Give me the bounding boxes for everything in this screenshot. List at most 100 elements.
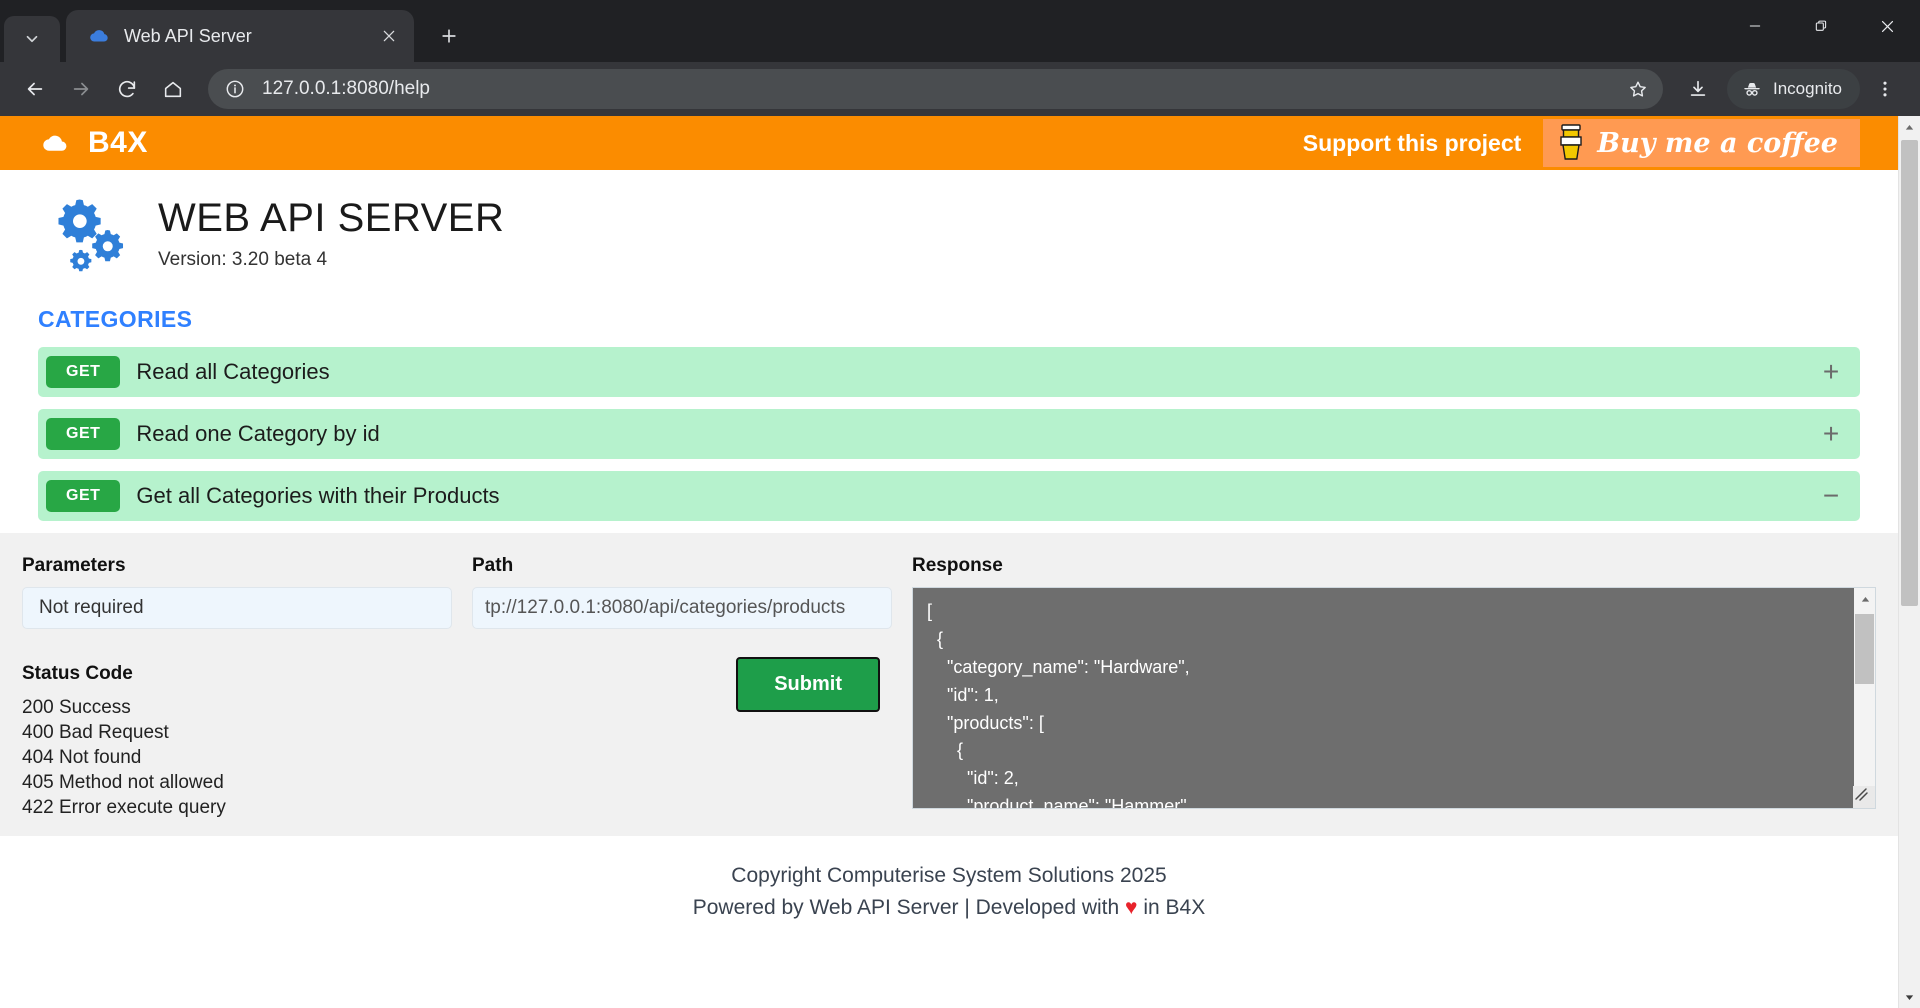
app-title-block: WEB API SERVER Version: 3.20 beta 4 bbox=[158, 196, 504, 271]
app-header: WEB API SERVER Version: 3.20 beta 4 bbox=[38, 170, 1860, 284]
url-text[interactable]: 127.0.0.1:8080/help bbox=[262, 78, 1621, 100]
triangle-down-icon bbox=[1904, 992, 1915, 1003]
heart-icon: ♥ bbox=[1125, 896, 1137, 919]
response-wrapper: [ { "category_name": "Hardware", "id": 1… bbox=[912, 587, 1876, 809]
page-scroll-down-button[interactable] bbox=[1899, 986, 1920, 1008]
submit-row: Submit bbox=[472, 657, 892, 712]
star-glyph bbox=[1627, 78, 1649, 100]
star-icon[interactable] bbox=[1621, 72, 1655, 106]
three-dot-menu-icon bbox=[1874, 78, 1896, 100]
minimize-icon bbox=[1747, 18, 1763, 34]
method-badge: GET bbox=[46, 480, 120, 512]
page-scroll-up-button[interactable] bbox=[1899, 116, 1920, 138]
resize-grip-glyph bbox=[1853, 786, 1869, 802]
response-scrollbar[interactable] bbox=[1854, 587, 1876, 809]
status-code-item: 404 Not found bbox=[22, 745, 452, 770]
buy-me-a-coffee-label: Buy me a coffee bbox=[1597, 128, 1838, 159]
buy-me-a-coffee-button[interactable]: Buy me a coffee bbox=[1543, 119, 1860, 167]
forward-button[interactable] bbox=[60, 68, 102, 110]
window-close-button[interactable] bbox=[1854, 0, 1920, 52]
gears-icon bbox=[54, 194, 132, 272]
coffee-cup-icon bbox=[1557, 123, 1585, 163]
browser-window: Web API Server bbox=[0, 0, 1920, 1008]
method-badge: GET bbox=[46, 418, 120, 450]
powered-by-line: Powered by Web API Server | Developed wi… bbox=[0, 892, 1898, 924]
status-code-item: 400 Bad Request bbox=[22, 720, 452, 745]
parameters-label: Parameters bbox=[22, 555, 452, 577]
response-scroll-thumb[interactable] bbox=[1855, 614, 1874, 684]
minimize-button[interactable] bbox=[1722, 0, 1788, 52]
response-textarea[interactable]: [ { "category_name": "Hardware", "id": 1… bbox=[912, 587, 1854, 809]
browser-menu-button[interactable] bbox=[1864, 68, 1906, 110]
info-circle-icon[interactable] bbox=[222, 76, 248, 102]
powered-by-text: Powered by Web API Server | Developed wi… bbox=[693, 896, 1125, 919]
b4x-banner: B4X Support this project Buy me a coffee bbox=[0, 116, 1898, 170]
download-icon bbox=[1687, 78, 1709, 100]
triangle-up-icon bbox=[1904, 122, 1915, 133]
section-heading-categories: CATEGORIES bbox=[38, 306, 1860, 333]
status-code-label: Status Code bbox=[22, 663, 452, 685]
chevron-down-icon bbox=[23, 30, 41, 48]
support-this-project-label[interactable]: Support this project bbox=[1303, 130, 1522, 157]
endpoint-row-read-one-category[interactable]: GET Read one Category by id + bbox=[38, 409, 1860, 459]
endpoint-label: Get all Categories with their Products bbox=[136, 483, 1820, 509]
endpoint-label: Read one Category by id bbox=[136, 421, 1820, 447]
home-icon bbox=[162, 78, 184, 100]
collapse-toggle-icon[interactable]: − bbox=[1820, 482, 1842, 510]
expand-toggle-icon[interactable]: + bbox=[1820, 420, 1842, 448]
page-scroll-thumb[interactable] bbox=[1901, 140, 1918, 606]
endpoint-detail-panel: Parameters Not required Status Code 200 … bbox=[0, 533, 1898, 836]
home-button[interactable] bbox=[152, 68, 194, 110]
browser-tab[interactable]: Web API Server bbox=[66, 10, 414, 62]
maximize-button[interactable] bbox=[1788, 0, 1854, 52]
submit-button[interactable]: Submit bbox=[736, 657, 880, 712]
status-code-item: 200 Success bbox=[22, 695, 452, 720]
page-content: WEB API SERVER Version: 3.20 beta 4 CATE… bbox=[0, 170, 1898, 521]
window-controls bbox=[1722, 0, 1920, 52]
path-input[interactable]: tp://127.0.0.1:8080/api/categories/produ… bbox=[472, 587, 892, 629]
restore-icon bbox=[1813, 18, 1829, 34]
new-tab-button[interactable] bbox=[428, 15, 470, 57]
resize-grip-icon[interactable] bbox=[1853, 786, 1875, 808]
method-badge: GET bbox=[46, 356, 120, 388]
tab-title: Web API Server bbox=[124, 26, 376, 47]
tab-search-button[interactable] bbox=[4, 16, 60, 62]
incognito-indicator[interactable]: Incognito bbox=[1727, 69, 1860, 109]
plus-icon bbox=[439, 26, 459, 46]
response-scroll-up-button[interactable] bbox=[1854, 588, 1876, 610]
endpoint-label: Read all Categories bbox=[136, 359, 1820, 385]
web-page: B4X Support this project Buy me a coffee bbox=[0, 116, 1898, 1008]
arrow-right-icon bbox=[70, 78, 92, 100]
close-icon[interactable] bbox=[376, 23, 402, 49]
page-footer: Copyright Computerise System Solutions 2… bbox=[0, 860, 1898, 923]
incognito-label: Incognito bbox=[1773, 79, 1842, 99]
page-scrollbar[interactable] bbox=[1898, 116, 1920, 1008]
in-b4x-text: in B4X bbox=[1138, 896, 1206, 919]
copyright-line: Copyright Computerise System Solutions 2… bbox=[0, 860, 1898, 892]
browser-toolbar: 127.0.0.1:8080/help Incognito bbox=[0, 62, 1920, 116]
page-viewport: B4X Support this project Buy me a coffee bbox=[0, 116, 1920, 1008]
status-code-item: 405 Method not allowed bbox=[22, 770, 452, 795]
close-glyph bbox=[381, 28, 397, 44]
response-label: Response bbox=[912, 555, 1876, 577]
download-button[interactable] bbox=[1677, 68, 1719, 110]
response-column: Response [ { "category_name": "Hardware"… bbox=[912, 555, 1876, 820]
address-bar[interactable]: 127.0.0.1:8080/help bbox=[208, 69, 1663, 109]
path-label: Path bbox=[472, 555, 892, 577]
cloud-icon bbox=[88, 25, 110, 47]
endpoint-row-read-all-categories[interactable]: GET Read all Categories + bbox=[38, 347, 1860, 397]
incognito-hat-icon bbox=[1741, 78, 1763, 100]
back-button[interactable] bbox=[14, 68, 56, 110]
arrow-left-icon bbox=[24, 78, 46, 100]
info-glyph bbox=[224, 78, 246, 100]
reload-button[interactable] bbox=[106, 68, 148, 110]
triangle-up-icon bbox=[1860, 594, 1871, 605]
path-column: Path tp://127.0.0.1:8080/api/categories/… bbox=[472, 555, 892, 820]
status-code-item: 422 Error execute query bbox=[22, 795, 452, 820]
status-code-block: Status Code 200 Success 400 Bad Request … bbox=[22, 663, 452, 820]
expand-toggle-icon[interactable]: + bbox=[1820, 358, 1842, 386]
parameters-column: Parameters Not required Status Code 200 … bbox=[22, 555, 452, 820]
b4x-brand[interactable]: B4X bbox=[38, 126, 148, 160]
endpoint-row-categories-with-products[interactable]: GET Get all Categories with their Produc… bbox=[38, 471, 1860, 521]
parameters-value: Not required bbox=[22, 587, 452, 629]
